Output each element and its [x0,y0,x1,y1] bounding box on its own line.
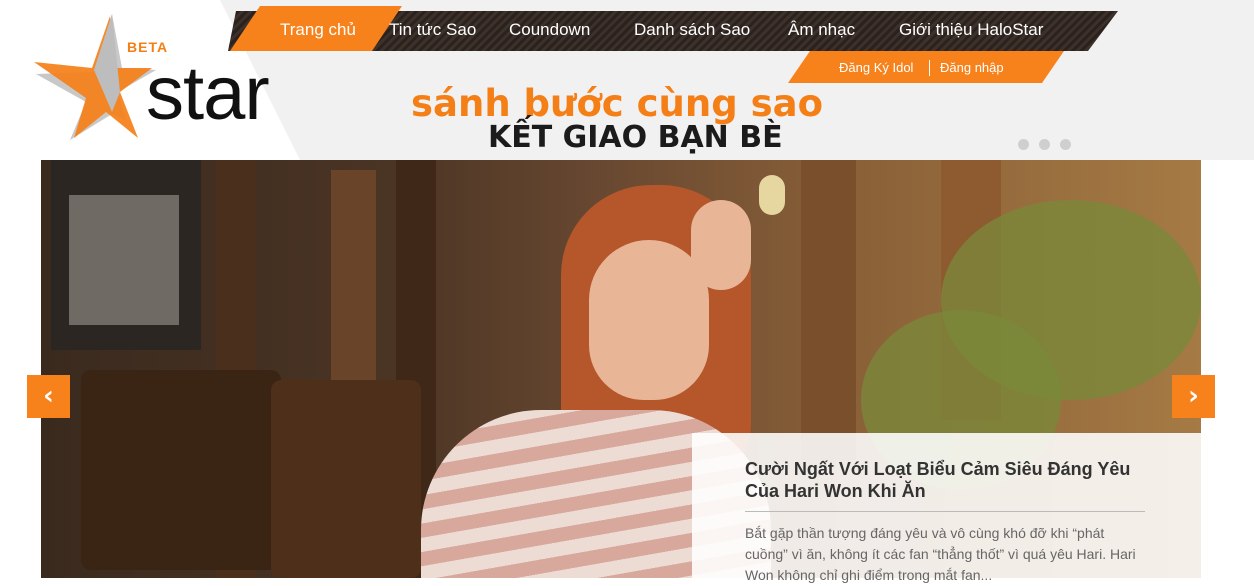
nav-item-countdown[interactable]: Coundown [509,11,590,51]
nav-item-music[interactable]: Âm nhạc [788,11,855,51]
caption-divider [745,511,1145,512]
nav-item-about[interactable]: Giới thiệu HaloStar [899,11,1043,51]
slider-prev-button[interactable]: ‹ [27,375,70,418]
sub-nav [788,51,1064,83]
register-idol-link[interactable]: Đăng Ký Idol [839,58,913,78]
slider-dot-1[interactable] [1018,139,1029,150]
wood-plank [801,160,856,460]
slider-next-button[interactable]: › [1172,375,1215,418]
slider-dot-3[interactable] [1060,139,1071,150]
person-hand [691,200,751,290]
chevron-left-icon: ‹ [43,381,54,411]
slide-caption-title[interactable]: Cười Ngất Với Loạt Biểu Cảm Siêu Đáng Yê… [745,458,1145,502]
wall-picture [69,195,179,325]
slogan-line-1: sánh bước cùng sao [0,82,1240,125]
slogan-line-1-text: sánh bước cùng sao [410,82,823,125]
star-logo-icon [34,14,156,140]
nav-item-star-list[interactable]: Danh sách Sao [634,11,750,51]
nav-item-home[interactable]: Trang chủ [280,11,356,51]
slider-dot-2[interactable] [1039,139,1050,150]
chevron-right-icon: › [1188,381,1199,411]
slide-caption-description: Bắt gặp thần tượng đáng yêu và vô cùng k… [745,525,1136,583]
subnav-divider [929,60,930,76]
slogan-line-2: KẾT GIAO BẠN BÈ [488,120,783,155]
chair [271,380,421,578]
login-link[interactable]: Đăng nhập [940,58,1004,78]
nav-item-star-news[interactable]: Tin tức Sao [389,11,476,51]
chair [81,370,281,570]
light-bulb [759,175,785,215]
